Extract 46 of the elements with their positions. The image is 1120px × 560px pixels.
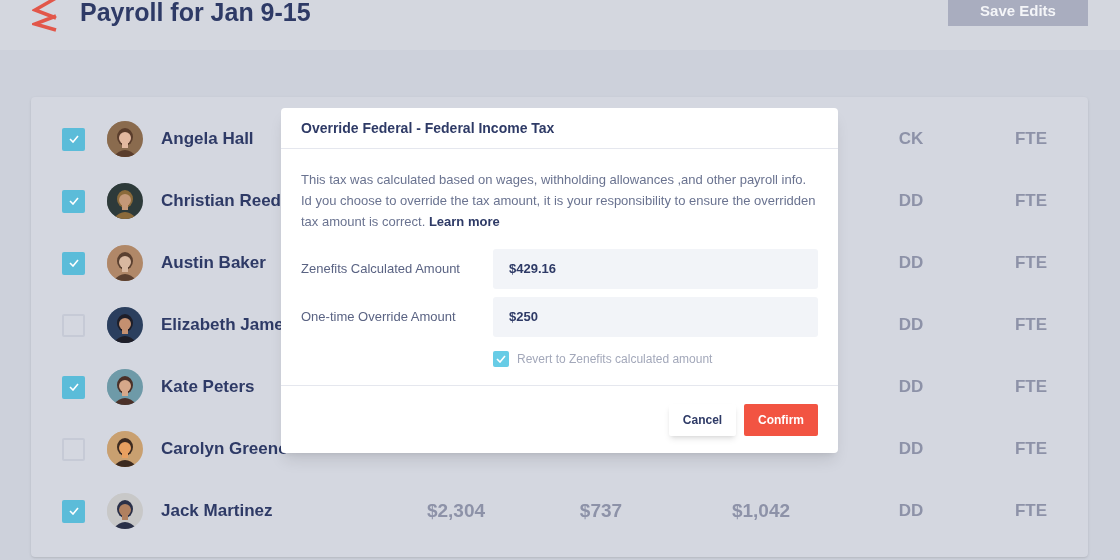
learn-more-link[interactable]: Learn more [428, 214, 500, 229]
row-checkbox[interactable] [62, 251, 85, 275]
amount: $737 [579, 498, 623, 523]
employee-type: FTE [1014, 314, 1048, 337]
employee-type: FTE [1014, 190, 1048, 213]
check-icon [68, 383, 79, 391]
page-title: Payroll for Jan 9-15 [80, 0, 311, 29]
employee-type: FTE [1014, 376, 1048, 399]
input-field[interactable]: $250 [493, 297, 818, 337]
check-icon [68, 507, 79, 515]
field-label: Zenefits Calculated Amount [301, 260, 461, 279]
cancel-button[interactable]: Cancel [669, 404, 736, 436]
check-icon [68, 259, 79, 267]
input-field[interactable]: $429.16 [493, 249, 818, 289]
employee-type: FTE [1014, 252, 1048, 275]
employee-name: Kate Peters [161, 376, 255, 399]
amount: $2,304 [426, 498, 486, 523]
dialog-description: This tax was calculated based on wages, withholding allowances ,and other payroll info. Id you choose to override the tax amount, it is your responsibility to ensure the overridden tax amount is correct. Learn more [301, 171, 817, 231]
amount: $1,042 [731, 498, 791, 523]
check-icon [496, 355, 506, 363]
check-icon [68, 197, 79, 205]
payment-method: CK [898, 128, 924, 151]
payment-method: DD [898, 252, 924, 275]
employee-name: Jack Martinez [161, 500, 273, 523]
payment-method: DD [898, 190, 924, 213]
employee-type: FTE [1014, 128, 1048, 151]
checkbox-label: Revert to Zenefits calculated amount [517, 351, 713, 368]
employee-name: Elizabeth Jame [161, 314, 284, 337]
payment-method: DD [898, 376, 924, 399]
row-checkbox[interactable] [62, 375, 85, 399]
dialog-title: Override Federal - Federal Income Tax [301, 118, 555, 138]
payment-method: DD [898, 500, 924, 523]
checkbox[interactable] [493, 351, 509, 367]
payment-method: DD [898, 314, 924, 337]
field-label: One-time Override Amount [301, 308, 457, 327]
employee-name: Austin Baker [161, 252, 266, 275]
row-checkbox[interactable] [62, 127, 85, 151]
payment-method: DD [898, 438, 924, 461]
logo-icon [32, 0, 58, 32]
employee-name: Angela Hall [161, 128, 254, 151]
employee-type: FTE [1014, 500, 1048, 523]
row-checkbox[interactable] [62, 499, 85, 523]
employee-type: FTE [1014, 438, 1048, 461]
row-checkbox[interactable] [62, 189, 85, 213]
employee-name: Christian Reed [161, 190, 281, 213]
check-icon [68, 135, 79, 143]
